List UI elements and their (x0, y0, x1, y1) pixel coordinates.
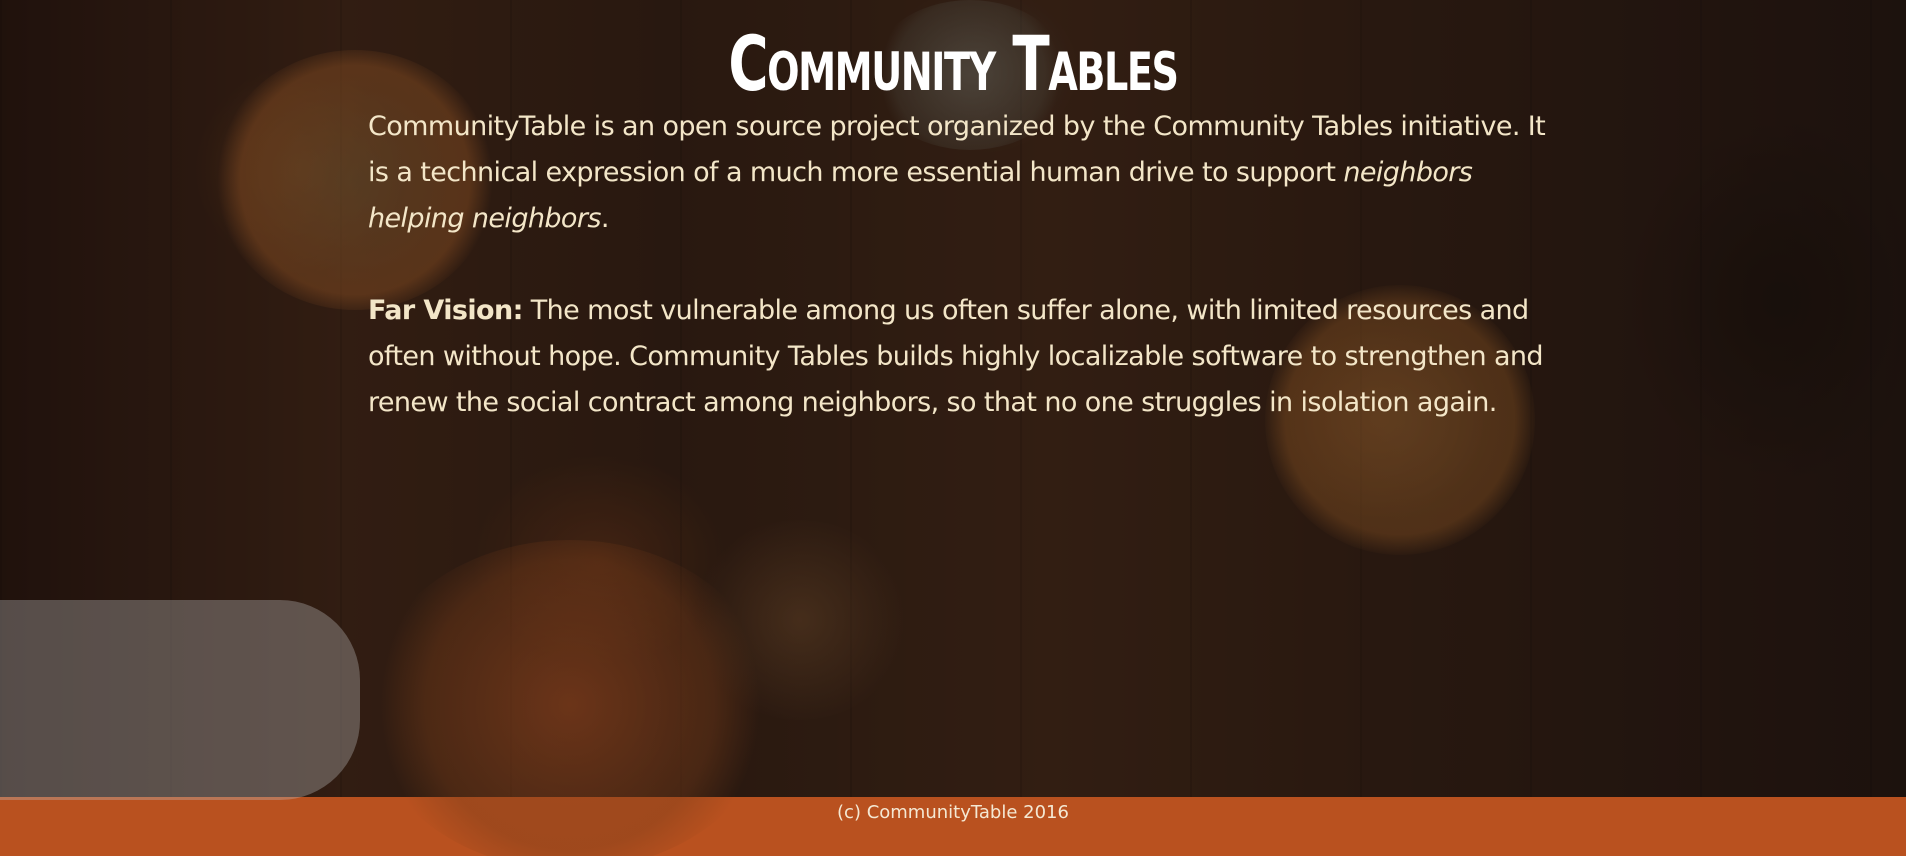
footer-copyright: (c) CommunityTable 2016 (837, 802, 1069, 823)
intro-text-end: . (600, 203, 610, 234)
vision-label: Far Vision: (368, 295, 523, 326)
vision-text: The most vulnerable among us often suffe… (368, 295, 1544, 418)
vision-paragraph: Far Vision: The most vulnerable among us… (368, 288, 1548, 426)
intro-paragraph: CommunityTable is an open source project… (368, 104, 1548, 242)
page-footer: (c) CommunityTable 2016 (0, 797, 1906, 856)
page-title: Community Tables (728, 19, 1179, 108)
food-plate-image (690, 520, 910, 720)
arm-sleeve-image (0, 600, 360, 800)
main-content: Community Tables CommunityTable is an op… (368, 0, 1548, 426)
